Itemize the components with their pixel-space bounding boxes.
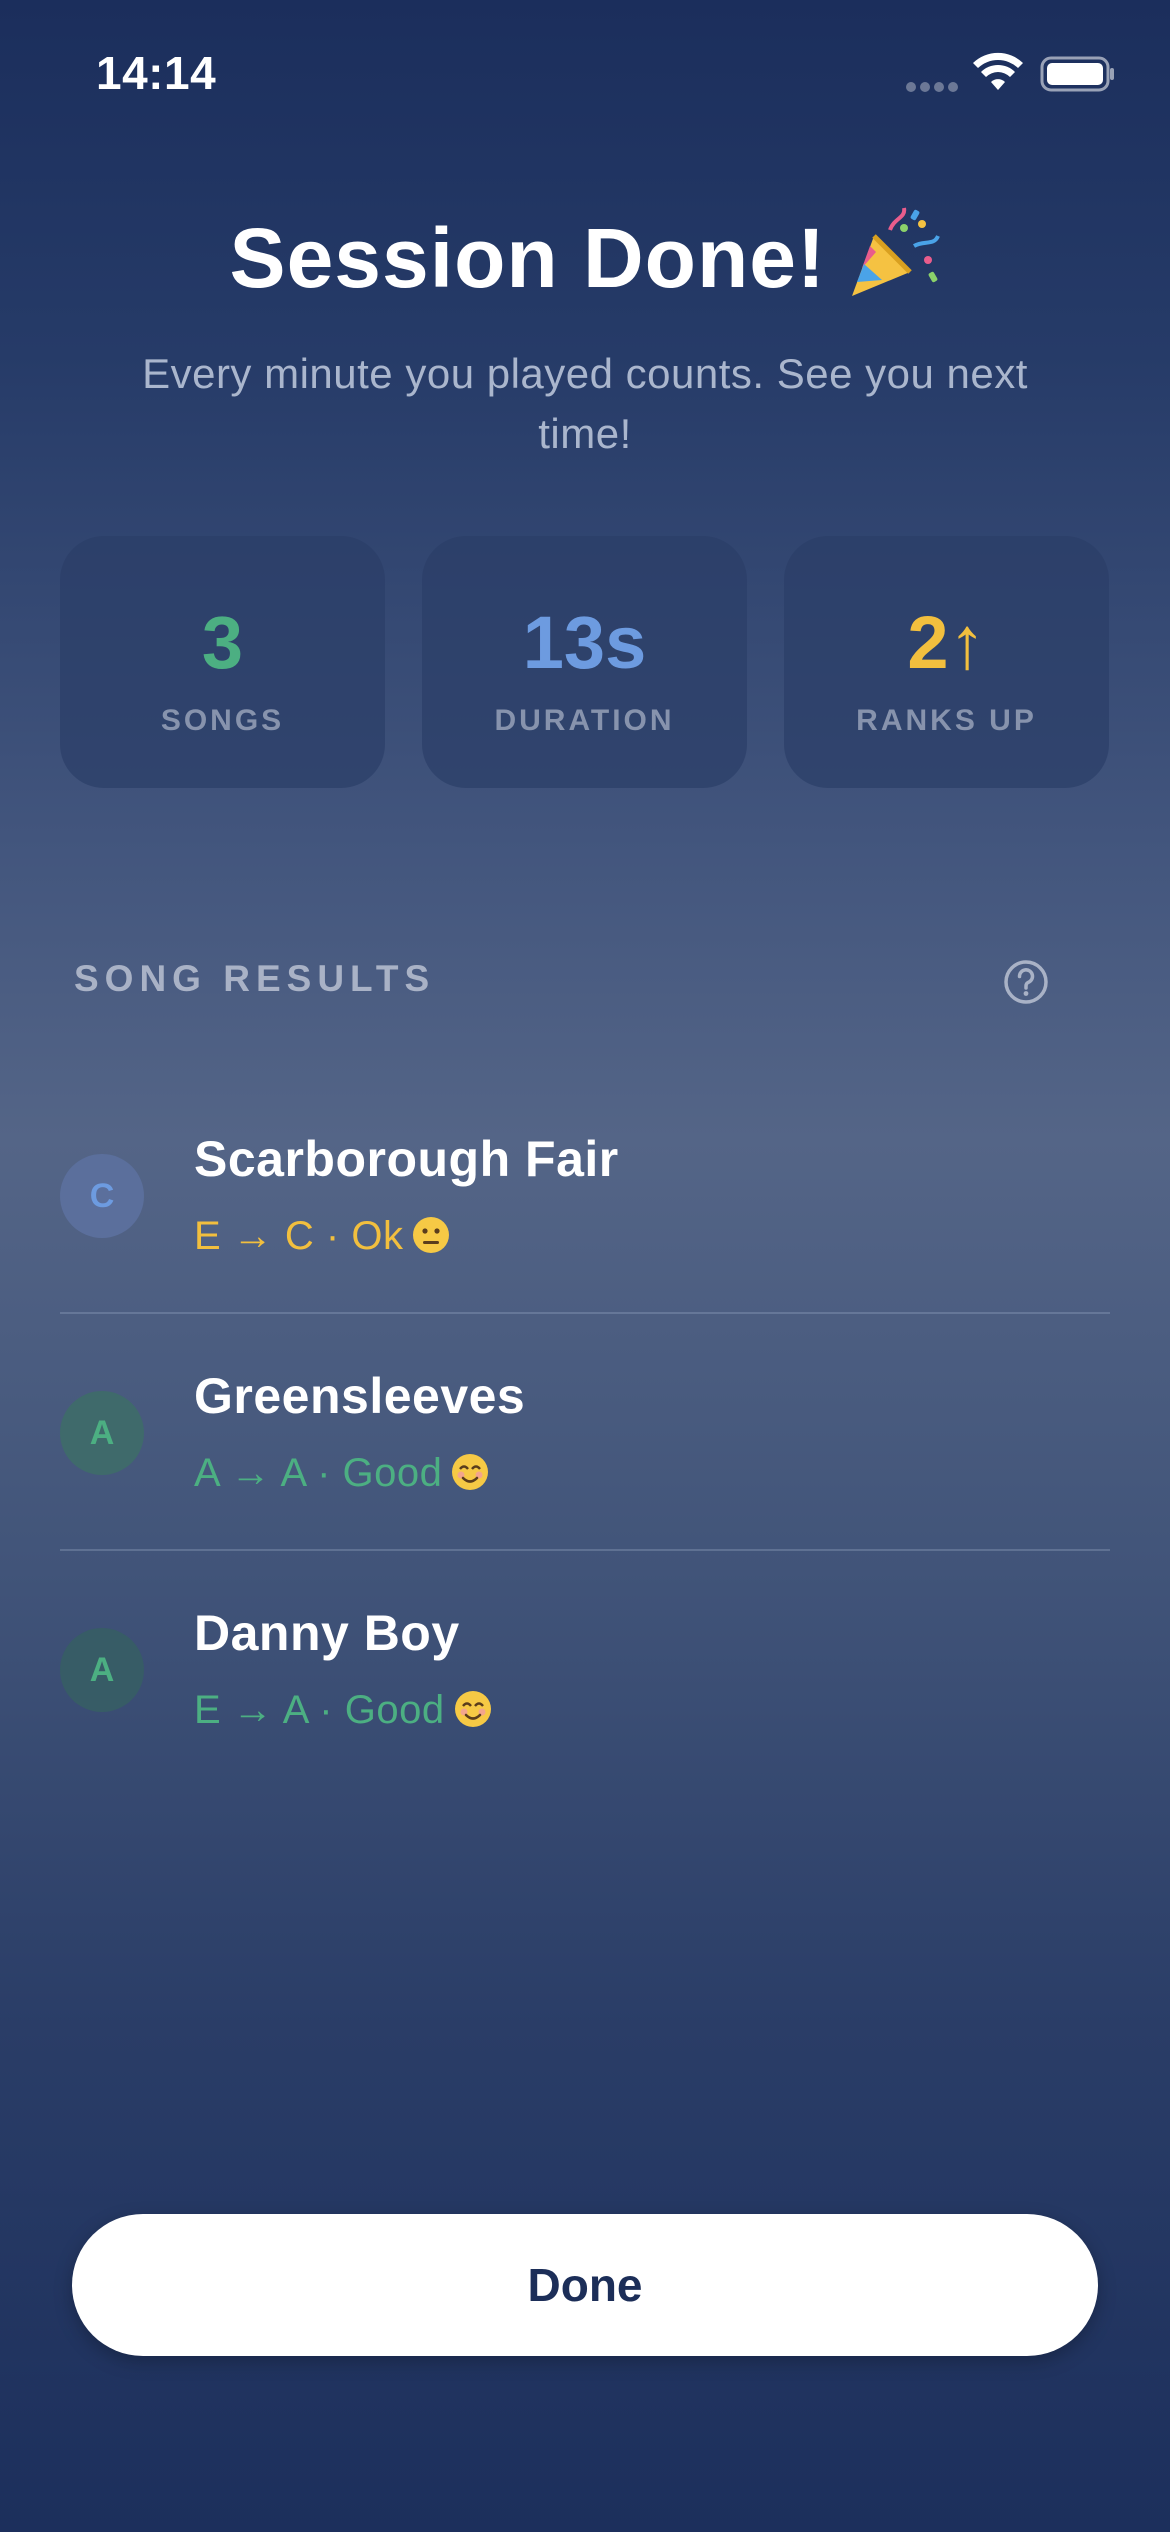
stat-card-duration: 13s DURATION: [422, 536, 747, 788]
done-button[interactable]: Done: [72, 2214, 1098, 2356]
song-detail: E → A · Good: [194, 1688, 493, 1733]
stat-value: 3: [201, 601, 244, 684]
battery-icon: [1040, 56, 1114, 92]
title-row: Session Done!: [0, 207, 1170, 307]
smiling-face-icon: [452, 1454, 489, 1490]
stat-value: 2↑: [907, 601, 986, 684]
wifi-icon: [973, 52, 1023, 90]
stat-card-ranks-up: 2↑ RANKS UP: [784, 536, 1109, 788]
status-time: 14:14: [96, 47, 217, 99]
cellular-signal-icon: [906, 82, 960, 92]
stat-value: 13s: [522, 601, 647, 684]
song-row[interactable]: A Danny Boy E → A · Good: [60, 1550, 1110, 1786]
song-title: Greensleeves: [194, 1368, 526, 1424]
song-avatar: A: [60, 1391, 144, 1475]
song-row[interactable]: A Greensleeves A → A · Good: [60, 1313, 1110, 1549]
song-detail-text: E → A · Good: [194, 1688, 445, 1732]
song-detail: A → A · Good: [194, 1451, 490, 1496]
page-subtitle: Every minute you played counts. See you …: [142, 350, 1028, 457]
section-heading-song-results: SONG RESULTS: [74, 958, 436, 999]
stat-card-songs: 3 SONGS: [60, 536, 385, 788]
smiling-face-icon: [454, 1691, 491, 1727]
song-detail-text: A → A · Good: [194, 1451, 443, 1495]
status-bar: 14:14: [0, 0, 1170, 150]
stat-label: SONGS: [160, 704, 285, 737]
neutral-face-icon: [413, 1217, 450, 1253]
song-avatar: A: [60, 1628, 144, 1712]
party-popper-icon: [852, 207, 941, 296]
stat-label: DURATION: [494, 704, 675, 737]
page-title: Session Done!: [229, 211, 826, 305]
stat-label: RANKS UP: [856, 704, 1037, 737]
song-avatar: C: [60, 1154, 144, 1238]
song-title: Danny Boy: [194, 1605, 460, 1661]
question-circle-icon[interactable]: [1002, 958, 1050, 1006]
song-detail: E → C · Ok: [194, 1214, 451, 1259]
song-detail-text: E → C · Ok: [194, 1214, 404, 1258]
song-row[interactable]: C Scarborough Fair E → C · Ok: [60, 1076, 1110, 1312]
song-title: Scarborough Fair: [194, 1131, 619, 1187]
